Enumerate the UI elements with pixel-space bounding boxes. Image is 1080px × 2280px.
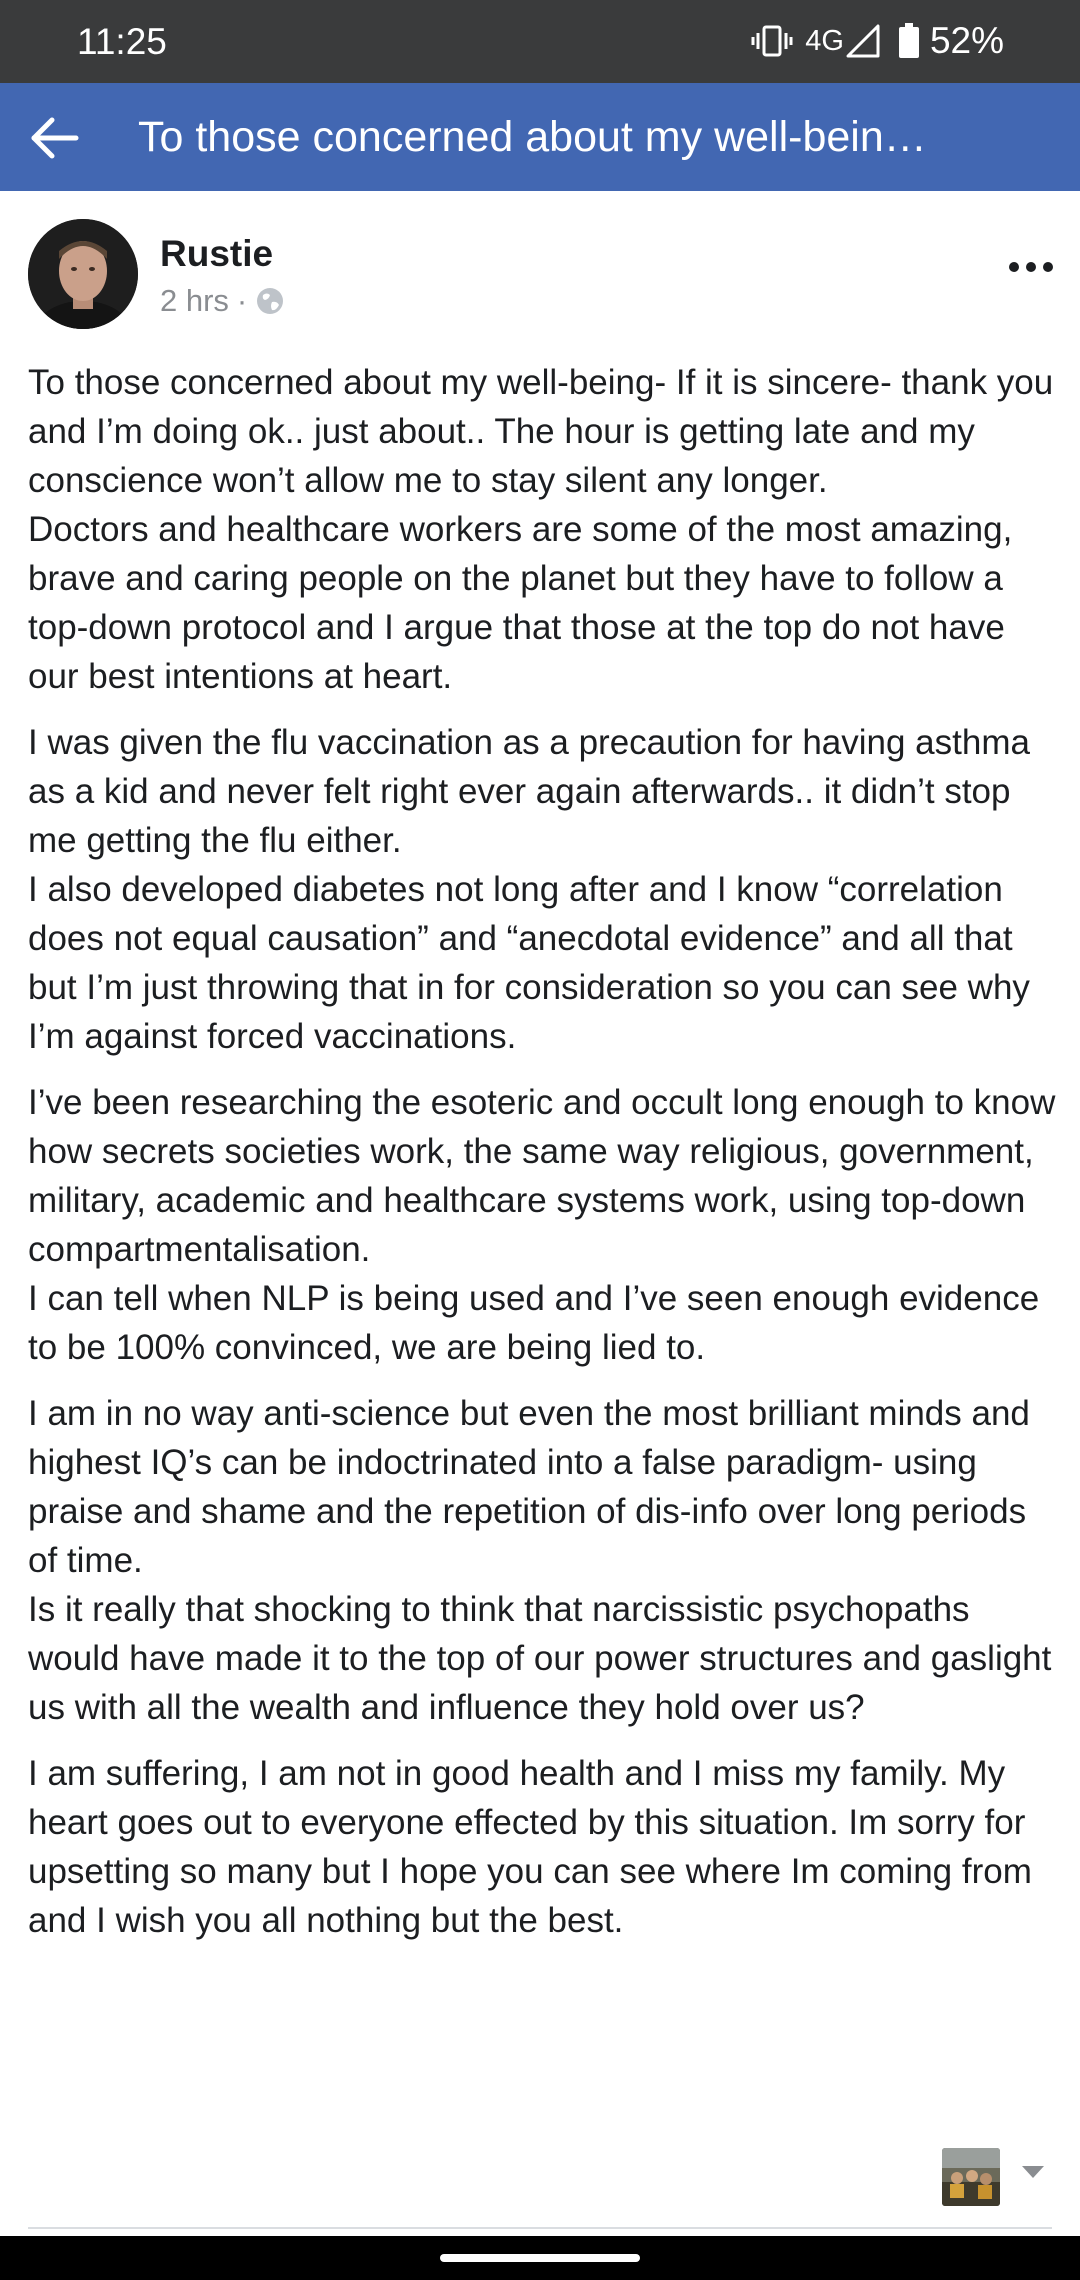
post-header: Rustie 2 hrs · [0, 191, 1080, 351]
page-title: To those concerned about my well-bein… [138, 113, 927, 161]
avatar-image [28, 219, 138, 329]
post-paragraph: I’ve been researching the esoteric and o… [28, 1083, 1056, 1367]
arrow-left-icon[interactable] [26, 109, 84, 167]
post-body: To those concerned about my well-being- … [28, 358, 1058, 1962]
status-time: 11:25 [77, 21, 167, 62]
signal-icon [846, 24, 880, 58]
network-label: 4G [805, 24, 844, 57]
status-bar: 11:25 4G 52% [0, 0, 1080, 83]
battery-percent: 52% [929, 20, 1004, 61]
post-paragraph: I am suffering, I am not in good health … [28, 1754, 1032, 1940]
home-indicator[interactable] [440, 2254, 640, 2262]
vibrate-icon [751, 25, 793, 57]
avatar[interactable] [28, 219, 138, 329]
chevron-down-icon[interactable] [1020, 2162, 1046, 2182]
post-time[interactable]: 2 hrs [160, 283, 229, 319]
profile-thumbnail-image [942, 2148, 1000, 2206]
author-name[interactable]: Rustie [160, 233, 273, 275]
post-meta: 2 hrs · [160, 283, 285, 319]
post-paragraph: To those concerned about my well-being- … [28, 363, 1054, 696]
status-icons: 4G 52% [751, 18, 1080, 64]
app-bar: To those concerned about my well-bein… [0, 83, 1080, 191]
more-horizontal-icon[interactable] [1006, 255, 1056, 279]
divider [28, 2227, 1052, 2229]
meta-separator: · [236, 283, 248, 318]
post-paragraph: I was given the flu vaccination as a pre… [28, 723, 1030, 1056]
system-nav-bar [0, 2236, 1080, 2280]
post-paragraph: I am in no way anti-science but even the… [28, 1394, 1052, 1727]
battery-icon [898, 23, 919, 58]
reaction-row [0, 2140, 1080, 2210]
profile-thumbnail[interactable] [942, 2148, 1000, 2206]
globe-icon [257, 288, 284, 314]
